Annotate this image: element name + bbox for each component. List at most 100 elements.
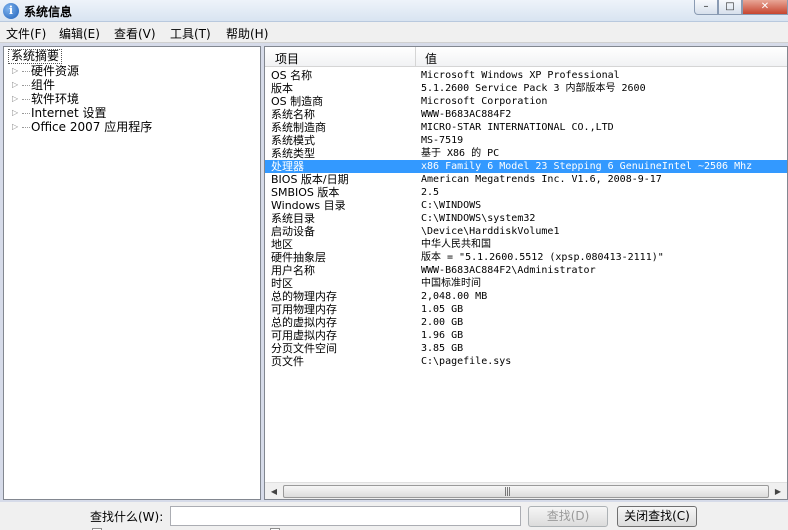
row-item-value: 中华人民共和国 (421, 239, 491, 250)
row-item-name: 硬件抽象层 (271, 251, 326, 264)
row-item-value: 3.85 GB (421, 343, 464, 354)
row-item-value: 版本 = "5.1.2600.5512 (xpsp.080413-2111)" (421, 252, 664, 263)
table-row[interactable]: 版本 5.1.2600 Service Pack 3 内部版本号 2600 (265, 82, 787, 95)
table-row[interactable]: 可用物理内存 1.05 GB (265, 303, 787, 316)
category-tree[interactable]: 系统摘要 ▷ 硬件资源 ▷ 组件 ▷ 软件环境 ▷ Internet 设置 ▷ Offic… (3, 46, 261, 500)
menu-file[interactable]: 文件(F) (6, 25, 46, 42)
row-item-name: SMBIOS 版本 (271, 186, 340, 199)
table-row[interactable]: 系统模式 MS-7519 (265, 134, 787, 147)
tree-item-components[interactable]: ▷ 组件 (12, 78, 55, 92)
close-button[interactable]: ✕ (742, 0, 788, 15)
row-item-name: 可用物理内存 (271, 303, 337, 316)
table-row[interactable]: 总的虚拟内存 2.00 GB (265, 316, 787, 329)
row-item-value: 2.00 GB (421, 317, 464, 328)
table-row[interactable]: 系统制造商 MICRO-STAR INTERNATIONAL CO.,LTD (265, 121, 787, 134)
row-item-name: 版本 (271, 82, 293, 95)
close-find-button[interactable]: 关闭查找(C) (617, 506, 697, 527)
table-row[interactable]: 用户名称 WWW-B683AC884F2\Administrator (265, 264, 787, 277)
table-row[interactable]: BIOS 版本/日期 American Megatrends Inc. V1.6,… (265, 173, 787, 186)
tree-connector (22, 85, 30, 86)
scroll-thumb[interactable]: ||| (283, 485, 769, 498)
tree-item-office-2007[interactable]: ▷ Office 2007 应用程序 (12, 120, 152, 134)
tree-item-label: 软件环境 (31, 92, 80, 106)
row-item-name: 系统模式 (271, 134, 315, 147)
row-item-name: 系统名称 (271, 108, 315, 121)
find-label: 查找什么(W): (90, 510, 164, 524)
row-item-value: MICRO-STAR INTERNATIONAL CO.,LTD (421, 122, 614, 133)
table-row[interactable]: 系统名称 WWW-B683AC884F2 (265, 108, 787, 121)
table-row[interactable]: 分页文件空间 3.85 GB (265, 342, 787, 355)
column-header-item[interactable]: 项目 (275, 50, 299, 67)
row-item-name: 用户名称 (271, 264, 315, 277)
scroll-right-icon[interactable]: ▶ (771, 485, 785, 498)
details-list[interactable]: 项目 值 OS 名称 Microsoft Windows XP Professio… (264, 46, 788, 500)
minimize-button[interactable]: – (694, 0, 718, 15)
tree-item-software-environment[interactable]: ▷ 软件环境 (12, 92, 79, 106)
row-item-value: C:\pagefile.sys (421, 356, 512, 367)
tree-connector (22, 113, 30, 114)
row-item-name: 页文件 (271, 355, 304, 368)
row-item-value: 2,048.00 MB (421, 291, 488, 302)
menu-view[interactable]: 查看(V) (114, 25, 156, 42)
row-item-value: C:\WINDOWS (421, 200, 482, 211)
row-item-value: 5.1.2600 Service Pack 3 内部版本号 2600 (421, 83, 646, 94)
expand-icon[interactable]: ▷ (12, 120, 22, 134)
table-row[interactable]: 系统目录 C:\WINDOWS\system32 (265, 212, 787, 225)
row-item-name: OS 制造商 (271, 95, 324, 108)
menu-edit[interactable]: 编辑(E) (59, 25, 100, 42)
table-row[interactable]: 处理器 x86 Family 6 Model 23 Stepping 6 Genu… (265, 160, 787, 173)
scroll-left-icon[interactable]: ◀ (267, 485, 281, 498)
row-item-value: WWW-B683AC884F2\Administrator (421, 265, 596, 276)
expand-icon[interactable]: ▷ (12, 78, 22, 92)
horizontal-scrollbar[interactable]: ◀ ||| ▶ (265, 482, 787, 499)
table-row[interactable]: SMBIOS 版本 2.5 (265, 186, 787, 199)
tree-connector (22, 127, 30, 128)
tree-item-internet-settings[interactable]: ▷ Internet 设置 (12, 106, 106, 120)
table-row[interactable]: 系统类型 基于 X86 的 PC (265, 147, 787, 160)
find-button[interactable]: 查找(D) (528, 506, 608, 527)
table-row[interactable]: 可用虚拟内存 1.96 GB (265, 329, 787, 342)
row-item-name: 分页文件空间 (271, 342, 337, 355)
table-row[interactable]: OS 制造商 Microsoft Corporation (265, 95, 787, 108)
row-item-name: 处理器 (271, 160, 304, 173)
row-item-name: 启动设备 (271, 225, 315, 238)
row-item-name: Windows 目录 (271, 199, 346, 212)
table-row[interactable]: OS 名称 Microsoft Windows XP Professional (265, 69, 787, 82)
row-item-name: 系统类型 (271, 147, 315, 160)
expand-icon[interactable]: ▷ (12, 92, 22, 106)
expand-icon[interactable]: ▷ (12, 106, 22, 120)
menu-tools[interactable]: 工具(T) (170, 25, 211, 42)
column-header-value[interactable]: 值 (425, 50, 437, 67)
row-item-value: 2.5 (421, 187, 440, 198)
tree-item-label: Internet 设置 (31, 106, 107, 120)
menu-help[interactable]: 帮助(H) (226, 25, 268, 42)
table-row[interactable]: 总的物理内存 2,048.00 MB (265, 290, 787, 303)
tree-item-hardware-resources[interactable]: ▷ 硬件资源 (12, 64, 79, 78)
row-item-name: BIOS 版本/日期 (271, 173, 349, 186)
table-row[interactable]: 硬件抽象层 版本 = "5.1.2600.5512 (xpsp.080413-21… (265, 251, 787, 264)
tree-item-label: 组件 (31, 78, 56, 92)
expand-icon[interactable]: ▷ (12, 64, 22, 78)
row-item-name: 总的物理内存 (271, 290, 337, 303)
table-row[interactable]: 地区 中华人民共和国 (265, 238, 787, 251)
tree-item-label: 硬件资源 (31, 64, 80, 78)
column-divider[interactable] (415, 47, 416, 67)
row-item-name: 可用虚拟内存 (271, 329, 337, 342)
row-item-value: C:\WINDOWS\system32 (421, 213, 536, 224)
tree-connector (22, 99, 30, 100)
row-item-name: OS 名称 (271, 69, 313, 82)
row-item-value: WWW-B683AC884F2 (421, 109, 512, 120)
table-row[interactable]: 时区 中国标准时间 (265, 277, 787, 290)
row-item-name: 系统制造商 (271, 121, 326, 134)
find-input[interactable] (170, 506, 521, 526)
title-bar: i 系统信息 – □ ✕ (0, 0, 788, 22)
table-row[interactable]: Windows 目录 C:\WINDOWS (265, 199, 787, 212)
table-row[interactable]: 页文件 C:\pagefile.sys (265, 355, 787, 368)
grip-icon: ||| (504, 487, 511, 497)
row-item-value: 1.96 GB (421, 330, 464, 341)
row-item-value: Microsoft Windows XP Professional (421, 70, 620, 81)
tree-item-system-summary[interactable]: 系统摘要 (8, 49, 63, 64)
row-item-value: 基于 X86 的 PC (421, 148, 500, 159)
maximize-button[interactable]: □ (718, 0, 742, 15)
table-row[interactable]: 启动设备 \Device\HarddiskVolume1 (265, 225, 787, 238)
